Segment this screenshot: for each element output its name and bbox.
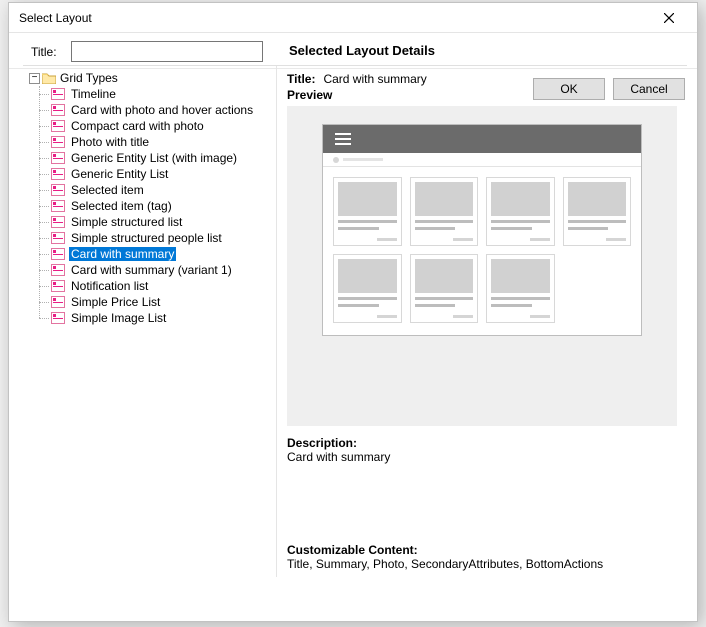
tree-item[interactable]: Timeline <box>51 86 276 102</box>
tree-item-label: Simple Price List <box>69 295 162 309</box>
tree-item-label: Notification list <box>69 279 150 293</box>
description-block: Description: Card with summary <box>287 436 677 464</box>
tree-item-label: Compact card with photo <box>69 119 206 133</box>
layout-icon <box>51 88 65 100</box>
mock-subbar <box>323 153 641 167</box>
tree-item[interactable]: Simple structured people list <box>51 230 276 246</box>
mock-card <box>333 177 402 246</box>
tree-item[interactable]: Photo with title <box>51 134 276 150</box>
close-icon <box>664 13 674 23</box>
layout-icon <box>51 200 65 212</box>
select-layout-dialog: Select Layout Title: Selected Layout Det… <box>8 2 698 622</box>
title-label: Title: <box>31 45 65 59</box>
customizable-block: Customizable Content: Title, Summary, Ph… <box>287 543 677 571</box>
tree-root[interactable]: − Grid Types <box>29 70 276 86</box>
tree-item-label: Generic Entity List <box>69 167 170 181</box>
tree-item[interactable]: Card with summary <box>51 246 276 262</box>
tree-item-label: Card with photo and hover actions <box>69 103 255 117</box>
layout-icon <box>51 280 65 292</box>
customizable-label: Customizable Content: <box>287 543 677 557</box>
title-input[interactable] <box>71 41 263 62</box>
layout-icon <box>51 216 65 228</box>
tree-item[interactable]: Generic Entity List <box>51 166 276 182</box>
tree-item-label: Generic Entity List (with image) <box>69 151 239 165</box>
mock-card <box>410 254 479 323</box>
tree-item[interactable]: Compact card with photo <box>51 118 276 134</box>
layout-preview-mock <box>322 124 642 336</box>
details-title-label: Title: <box>287 72 315 86</box>
tree-item-label: Timeline <box>69 87 118 101</box>
folder-icon <box>42 72 56 84</box>
collapse-icon[interactable]: − <box>29 73 40 84</box>
tree-item[interactable]: Simple Image List <box>51 310 276 326</box>
tree-item[interactable]: Simple Price List <box>51 294 276 310</box>
tree-item-label: Card with summary <box>69 247 176 261</box>
mock-card <box>410 177 479 246</box>
tree-children: Timeline Card with photo and hover action… <box>39 86 276 326</box>
layout-icon <box>51 312 65 324</box>
description-label: Description: <box>287 436 677 450</box>
layout-icon <box>51 248 65 260</box>
tree-root-label: Grid Types <box>60 71 118 85</box>
mock-card <box>486 177 555 246</box>
preview-area <box>287 106 677 426</box>
tree-item-label: Selected item <box>69 183 146 197</box>
mock-card <box>333 254 402 323</box>
layout-icon <box>51 152 65 164</box>
split-pane: − Grid Types Timeline Card with photo and… <box>23 65 687 577</box>
mock-appbar <box>323 125 641 153</box>
layout-icon <box>51 184 65 196</box>
hamburger-icon <box>335 133 351 145</box>
details-title-row: Title: Card with summary <box>287 72 677 86</box>
tree-item-label: Photo with title <box>69 135 151 149</box>
mock-card <box>486 254 555 323</box>
layout-icon <box>51 232 65 244</box>
details-heading: Selected Layout Details <box>289 43 435 58</box>
tree-item-label: Selected item (tag) <box>69 199 174 213</box>
titlebar: Select Layout <box>9 3 697 33</box>
tree-item-label: Simple structured list <box>69 215 184 229</box>
tree-item[interactable]: Selected item <box>51 182 276 198</box>
close-button[interactable] <box>649 5 689 31</box>
layout-icon <box>51 120 65 132</box>
layout-icon <box>51 136 65 148</box>
layout-icon <box>51 264 65 276</box>
tree-item-label: Simple Image List <box>69 311 168 325</box>
tree-pane[interactable]: − Grid Types Timeline Card with photo and… <box>23 66 277 577</box>
layout-icon <box>51 104 65 116</box>
window-title: Select Layout <box>19 11 92 25</box>
tree-item[interactable]: Simple structured list <box>51 214 276 230</box>
tree-item-label: Simple structured people list <box>69 231 224 245</box>
layout-icon <box>51 168 65 180</box>
description-value: Card with summary <box>287 450 677 464</box>
tree-item[interactable]: Notification list <box>51 278 276 294</box>
mock-card-grid <box>323 167 641 335</box>
customizable-value: Title, Summary, Photo, SecondaryAttribut… <box>287 557 677 571</box>
details-title-value: Card with summary <box>323 72 426 86</box>
tree-item[interactable]: Selected item (tag) <box>51 198 276 214</box>
mock-card <box>563 177 632 246</box>
preview-label: Preview <box>287 88 677 102</box>
tree-item-label: Card with summary (variant 1) <box>69 263 234 277</box>
tree-item[interactable]: Card with summary (variant 1) <box>51 262 276 278</box>
tree-item[interactable]: Generic Entity List (with image) <box>51 150 276 166</box>
layout-icon <box>51 296 65 308</box>
tree-item[interactable]: Card with photo and hover actions <box>51 102 276 118</box>
details-pane: Title: Card with summary Preview <box>277 66 687 577</box>
dialog-body: Title: Selected Layout Details − Grid Ty… <box>9 33 697 621</box>
